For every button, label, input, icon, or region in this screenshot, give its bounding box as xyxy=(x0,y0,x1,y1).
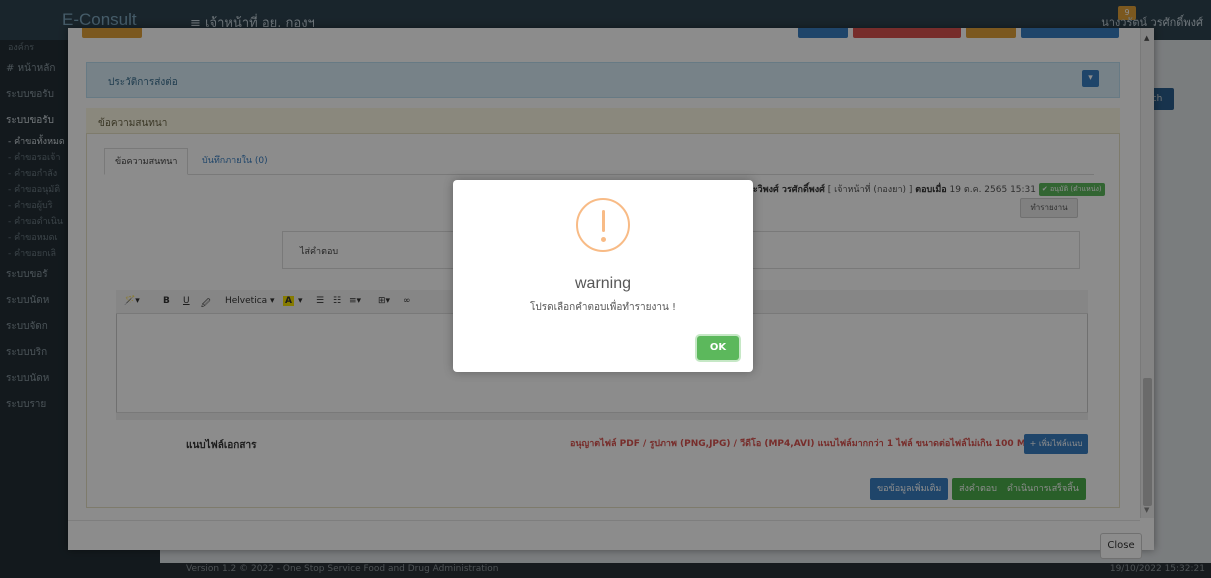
warning-dialog: warning โปรดเลือกคำตอบเพื่อทำรายงาน ! OK xyxy=(453,180,753,372)
ok-button[interactable]: OK xyxy=(697,336,739,360)
warning-icon-bar xyxy=(602,210,605,232)
warning-icon xyxy=(576,198,630,252)
warning-icon-dot xyxy=(601,237,606,242)
warning-message: โปรดเลือกคำตอบเพื่อทำรายงาน ! xyxy=(530,302,676,313)
warning-title: warning xyxy=(574,275,632,292)
